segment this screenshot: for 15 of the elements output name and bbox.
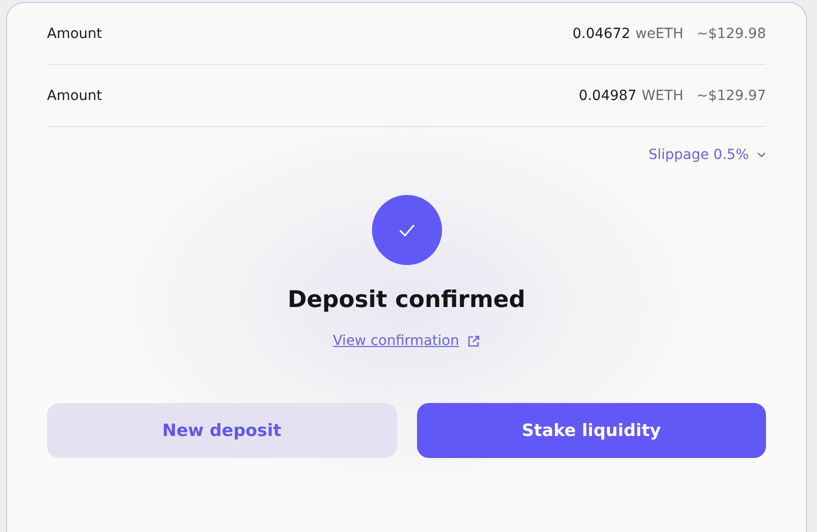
slippage-dropdown[interactable]: Slippage 0.5%: [648, 147, 766, 163]
status-title: Deposit confirmed: [288, 287, 526, 313]
new-deposit-button[interactable]: New deposit: [47, 403, 396, 458]
usd-value: ~$129.97: [696, 88, 766, 104]
chevron-down-icon: [757, 152, 766, 158]
amount-label: Amount: [47, 26, 102, 42]
stake-button[interactable]: Stake liquidity: [416, 403, 766, 458]
token-symbol: weETH: [635, 26, 684, 42]
amount-value: 0.04987: [578, 88, 637, 104]
external-link-icon: [467, 334, 480, 348]
usd-value: ~$129.98: [696, 26, 766, 42]
amount-value: 0.04672: [572, 26, 630, 42]
view-confirmation-link[interactable]: View confirmation: [332, 333, 480, 349]
amount-label: Amount: [47, 88, 102, 104]
token-symbol: WETH: [642, 88, 684, 104]
